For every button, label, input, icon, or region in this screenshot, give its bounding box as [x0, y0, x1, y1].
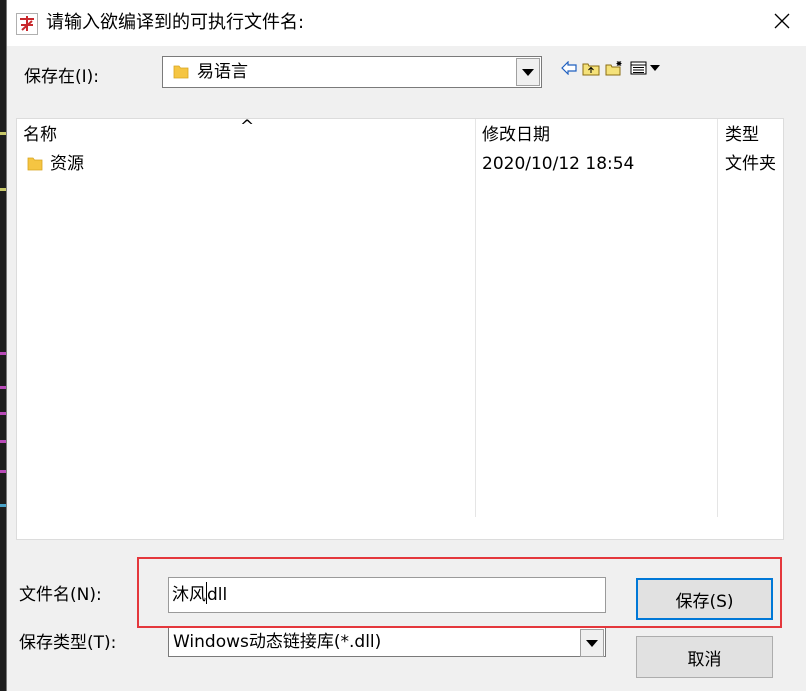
chevron-down-icon — [522, 62, 534, 82]
cancel-button[interactable]: 取消 — [636, 636, 773, 678]
sort-ascending-icon: ^ — [240, 118, 255, 137]
save-type-dropdown-button[interactable] — [580, 629, 604, 657]
close-button[interactable] — [757, 0, 806, 46]
file-list-view[interactable]: 名称 ^ 修改日期 类型 资源 2020/10/12 18:54 文件夹 — [16, 118, 784, 540]
save-in-folder-combo[interactable]: 易语言 — [162, 56, 542, 88]
save-type-label: 保存类型(T): — [19, 633, 117, 653]
save-button[interactable]: 保存(S) — [636, 578, 773, 620]
file-name-label: 文件名(N): — [19, 585, 102, 605]
save-file-dialog: 请输入欲编译到的可执行文件名: 保存在(I): 易语言 名称 ^ 修改日期 类型… — [6, 0, 806, 691]
column-separator[interactable] — [717, 119, 718, 517]
new-folder-icon[interactable] — [604, 58, 624, 78]
list-item-type: 文件夹 — [725, 154, 776, 174]
save-in-dropdown-button[interactable] — [516, 58, 540, 86]
file-name-text-after-caret: dll — [207, 585, 228, 605]
save-in-label: 保存在(I): — [24, 67, 100, 87]
dialog-title: 请输入欲编译到的可执行文件名: — [46, 12, 305, 33]
up-folder-icon[interactable] — [581, 58, 601, 78]
column-header-modified[interactable]: 修改日期 — [482, 123, 550, 147]
close-icon — [774, 13, 790, 34]
title-bar: 请输入欲编译到的可执行文件名: — [7, 0, 806, 46]
save-type-combo[interactable]: Windows动态链接库(*.dll) — [168, 627, 606, 657]
column-header-type[interactable]: 类型 — [725, 123, 759, 147]
column-header-name[interactable]: 名称 — [23, 123, 57, 147]
column-separator[interactable] — [475, 119, 476, 517]
list-item-modified: 2020/10/12 18:54 — [482, 154, 635, 174]
save-in-folder-name: 易语言 — [197, 62, 248, 82]
file-name-input[interactable]: 沐风dll — [168, 577, 606, 613]
folder-icon — [172, 63, 190, 86]
eyuyan-app-icon — [16, 13, 38, 35]
save-type-value: Windows动态链接库(*.dll) — [173, 632, 382, 652]
list-item-name: 资源 — [50, 154, 84, 174]
horizontal-scrollbar[interactable] — [17, 539, 784, 540]
view-menu-icon[interactable] — [629, 58, 663, 78]
folder-icon — [27, 155, 43, 179]
file-name-text-before-caret: 沐风 — [172, 585, 206, 605]
chevron-down-icon — [586, 633, 598, 653]
back-arrow-icon[interactable] — [559, 58, 579, 78]
